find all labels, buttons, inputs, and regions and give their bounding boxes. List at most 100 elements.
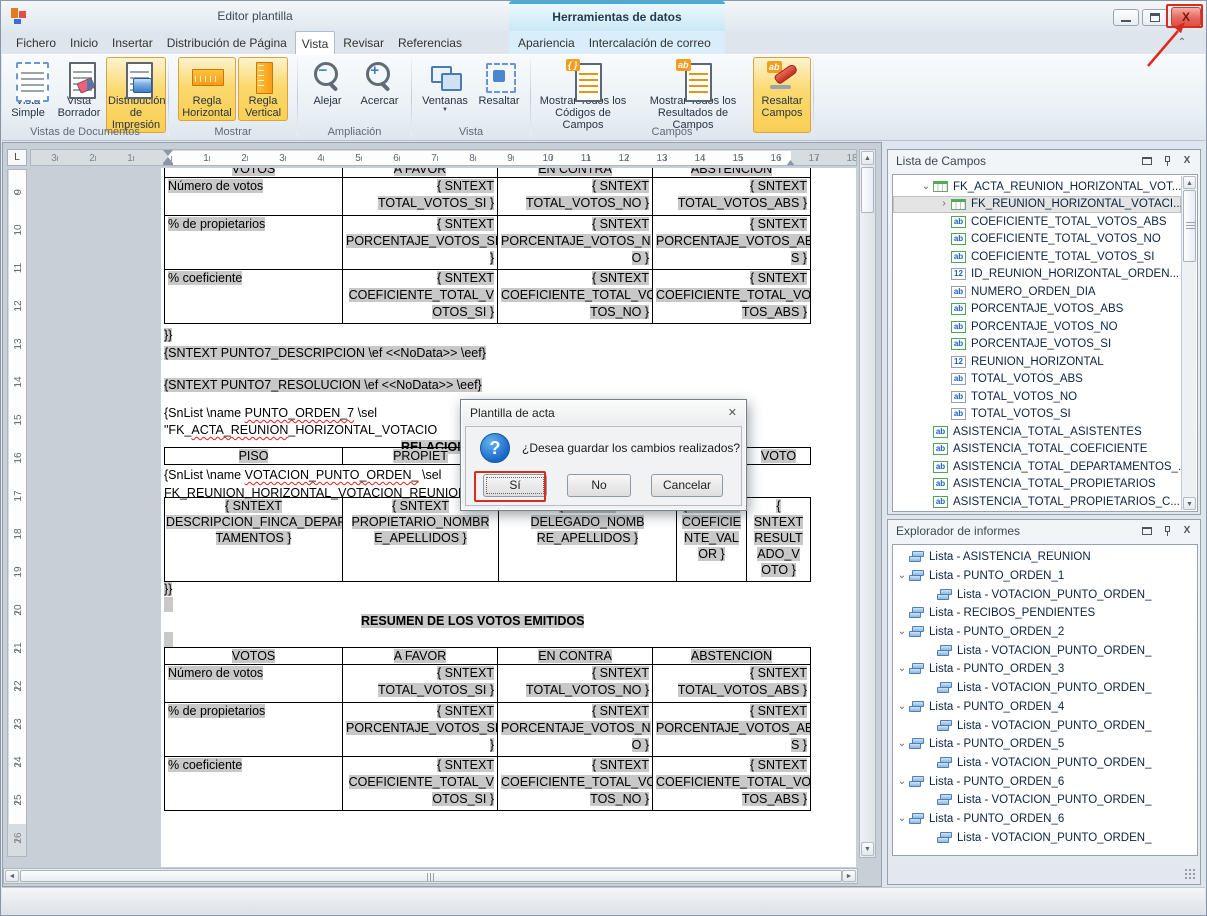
horizontal-scroll-thumb[interactable]	[20, 870, 842, 882]
field-list-item[interactable]: ab ASISTENCIA_TOTAL_PROPIETARIOS	[893, 476, 1181, 494]
expand-arrow-icon[interactable]: ⌄	[895, 664, 909, 674]
dialog-title-bar[interactable]: Plantilla de acta ✕	[462, 401, 745, 425]
expand-arrow-icon[interactable]: ⌄	[895, 571, 909, 581]
scroll-up-icon[interactable]: ▲	[861, 151, 874, 165]
field-list-panel: Lista de Campos X ⌄ FK_ACTA_REUNION_HORI…	[887, 149, 1201, 515]
report-list-item[interactable]: Lista - VOTACION_PUNTO_ORDEN_	[893, 716, 1197, 735]
report-list-item[interactable]: ⌄ Lista - PUNTO_ORDEN_2	[893, 623, 1197, 642]
contextual-ribbon-tab[interactable]: Apariencia	[512, 31, 581, 54]
panel-scrollbar[interactable]: ▲ ▼	[1181, 176, 1196, 510]
vertical-scrollbar[interactable]: ▲ ▼	[859, 149, 876, 858]
show-field-results-button[interactable]: ab Mostrar Todos los Resultados de Campo…	[635, 57, 751, 133]
field-list-item[interactable]: ab PORCENTAJE_VOTOS_NO	[893, 318, 1181, 336]
expand-arrow-icon[interactable]: ⌄	[895, 702, 909, 712]
report-list-item[interactable]: Lista - VOTACION_PUNTO_ORDEN_	[893, 754, 1197, 773]
panel-scroll-thumb[interactable]	[1183, 190, 1196, 262]
cancel-button[interactable]: Cancelar	[651, 474, 723, 497]
report-list-item[interactable]: ⌄ Lista - PUNTO_ORDEN_5	[893, 735, 1197, 754]
draft-view-button[interactable]: Vista Borrador	[54, 57, 104, 133]
horizontal-ruler-button[interactable]: Regla Horizontal	[178, 57, 236, 121]
float-panel-icon[interactable]	[1140, 154, 1154, 168]
field-list-item[interactable]: ab PORCENTAJE_VOTOS_ABS	[893, 301, 1181, 319]
expand-arrow-icon[interactable]: ⌄	[895, 814, 909, 824]
report-list-item[interactable]: Lista - VOTACION_PUNTO_ORDEN_	[893, 641, 1197, 660]
expand-arrow-icon[interactable]: ⌄	[895, 739, 909, 749]
report-list-item[interactable]: Lista - VOTACION_PUNTO_ORDEN_	[893, 828, 1197, 847]
report-list-item[interactable]: Lista - VOTACION_PUNTO_ORDEN_	[893, 679, 1197, 698]
field-list-item[interactable]: ab PORCENTAJE_VOTOS_SI	[893, 336, 1181, 354]
highlight-button[interactable]: Resaltar	[474, 57, 524, 115]
resize-grip[interactable]	[1184, 868, 1196, 880]
field-list-item[interactable]: ab ASISTENCIA_TOTAL_COEFICIENTE	[893, 441, 1181, 459]
expand-arrow-icon[interactable]: ⌄	[895, 627, 909, 637]
report-list-item[interactable]: Lista - ASISTENCIA_REUNION	[893, 548, 1197, 567]
scroll-left-icon[interactable]: ◄	[5, 870, 19, 882]
simple-view-button[interactable]: Vista Simple	[4, 57, 52, 133]
report-list-item[interactable]: ⌄ Lista - PUNTO_ORDEN_6	[893, 772, 1197, 791]
report-list-item[interactable]: ⌄ Lista - PUNTO_ORDEN_6	[893, 810, 1197, 829]
field-list-item[interactable]: ab COEFICIENTE_TOTAL_VOTOS_NO	[893, 231, 1181, 249]
close-panel-icon[interactable]: X	[1180, 154, 1194, 168]
report-list-item[interactable]: Lista - VOTACION_PUNTO_ORDEN_	[893, 791, 1197, 810]
field-list-item[interactable]: ab TOTAL_VOTOS_NO	[893, 388, 1181, 406]
ruler-number: 12	[7, 296, 27, 316]
ribbon-tab[interactable]: Distribución de Página	[161, 31, 293, 54]
scroll-up-icon[interactable]: ▲	[1183, 176, 1196, 189]
ribbon-tab[interactable]: Vista	[295, 31, 335, 54]
ribbon-tab[interactable]: Referencias	[392, 31, 468, 54]
field-list-item[interactable]: ab ASISTENCIA_TOTAL_ASISTENTES	[893, 423, 1181, 441]
no-button[interactable]: No	[567, 474, 631, 497]
report-list-item[interactable]: ⌄ Lista - PUNTO_ORDEN_4	[893, 698, 1197, 717]
report-item-label: Lista - ASISTENCIA_REUNION	[929, 551, 1091, 563]
highlight-fields-button[interactable]: ab Resaltar Campos	[753, 57, 811, 133]
print-layout-button[interactable]: Distribución de Impresión	[106, 57, 166, 133]
close-panel-icon[interactable]: X	[1180, 524, 1194, 538]
field-type-icon: ab	[933, 478, 948, 490]
ribbon-tab[interactable]: Revisar	[337, 31, 390, 54]
contextual-ribbon-tab[interactable]: Intercalación de correo	[583, 31, 717, 54]
float-panel-icon[interactable]	[1140, 524, 1154, 538]
vertical-ruler-button[interactable]: Regla Vertical	[238, 57, 288, 121]
expand-arrow-icon[interactable]: ›	[937, 199, 951, 209]
pin-panel-icon[interactable]	[1160, 154, 1174, 168]
report-list-item[interactable]: ⌄ Lista - PUNTO_ORDEN_1	[893, 567, 1197, 586]
ribbon-tab[interactable]: Inicio	[64, 31, 104, 54]
zoom-in-button[interactable]: + Acercar	[354, 57, 406, 109]
field-list-item[interactable]: ab NUMERO_ORDEN_DIA	[893, 283, 1181, 301]
ribbon-tab[interactable]: Insertar	[106, 31, 159, 54]
pin-panel-icon[interactable]	[1160, 524, 1174, 538]
scroll-down-icon[interactable]: ▼	[861, 842, 874, 856]
windows-button[interactable]: Ventanas ▼	[418, 57, 472, 115]
report-list-item[interactable]: Lista - RECIBOS_PENDIENTES	[893, 604, 1197, 623]
horizontal-scrollbar[interactable]: ◄ ►	[3, 868, 858, 884]
dropdown-arrow-icon[interactable]: ▼	[420, 107, 470, 113]
scroll-right-icon[interactable]: ►	[842, 870, 856, 882]
show-field-codes-button[interactable]: { } Mostrar Todos los Códigos de Campos	[533, 57, 633, 133]
field-list-item[interactable]: ab COEFICIENTE_TOTAL_VOTOS_SI	[893, 248, 1181, 266]
field-list-item[interactable]: ab ASISTENCIA_TOTAL_DEPARTAMENTOS_...	[893, 458, 1181, 476]
field-list-item[interactable]: ⌄ FK_ACTA_REUNION_HORIZONTAL_VOT...	[893, 178, 1181, 196]
field-list-item[interactable]: 12 ID_REUNION_HORIZONTAL_ORDEN...	[893, 266, 1181, 284]
dialog-close-icon[interactable]: ✕	[728, 401, 737, 425]
expand-arrow-icon[interactable]: ⌄	[919, 182, 933, 192]
tab-stop-selector[interactable]: L	[7, 149, 27, 166]
field-list-item[interactable]: › FK_REUNION_HORIZONTAL_VOTACI...	[893, 196, 1181, 214]
field-list-item[interactable]: ab ASISTENCIA_TOTAL_PROPIETARIOS_C...	[893, 493, 1181, 511]
first-line-indent-marker[interactable]	[163, 150, 173, 156]
expand-arrow-icon[interactable]: ⌄	[895, 777, 909, 787]
report-list-item[interactable]: ⌄ Lista - PUNTO_ORDEN_3	[893, 660, 1197, 679]
vertical-scroll-thumb[interactable]	[861, 167, 874, 213]
vertical-ruler-icon	[246, 60, 280, 94]
ribbon-tab[interactable]: Fichero	[10, 31, 62, 54]
field-list-item[interactable]: ab COEFICIENTE_TOTAL_VOTOS_ABS	[893, 213, 1181, 231]
report-list-item[interactable]: Lista - VOTACION_PUNTO_ORDEN_	[893, 585, 1197, 604]
field-list-item[interactable]: 12 REUNION_HORIZONTAL	[893, 353, 1181, 371]
left-indent-marker[interactable]	[163, 163, 173, 166]
document-page[interactable]: VOTOS A FAVOR EN CONTRA ABSTENCION Númer…	[161, 168, 856, 867]
field-list-item[interactable]: ab TOTAL_VOTOS_ABS	[893, 371, 1181, 389]
zoom-out-button[interactable]: − Alejar	[304, 57, 352, 109]
snlist-punto-orden-7: {SnList \name PUNTO_ORDEN_7 \sel	[164, 405, 377, 421]
table-cell: { SNTEXT COEFICIENTE_TOTAL_VO TOS_ABS }	[653, 270, 811, 324]
scroll-down-icon[interactable]: ▼	[1183, 497, 1196, 510]
field-list-item[interactable]: ab TOTAL_VOTOS_SI	[893, 406, 1181, 424]
